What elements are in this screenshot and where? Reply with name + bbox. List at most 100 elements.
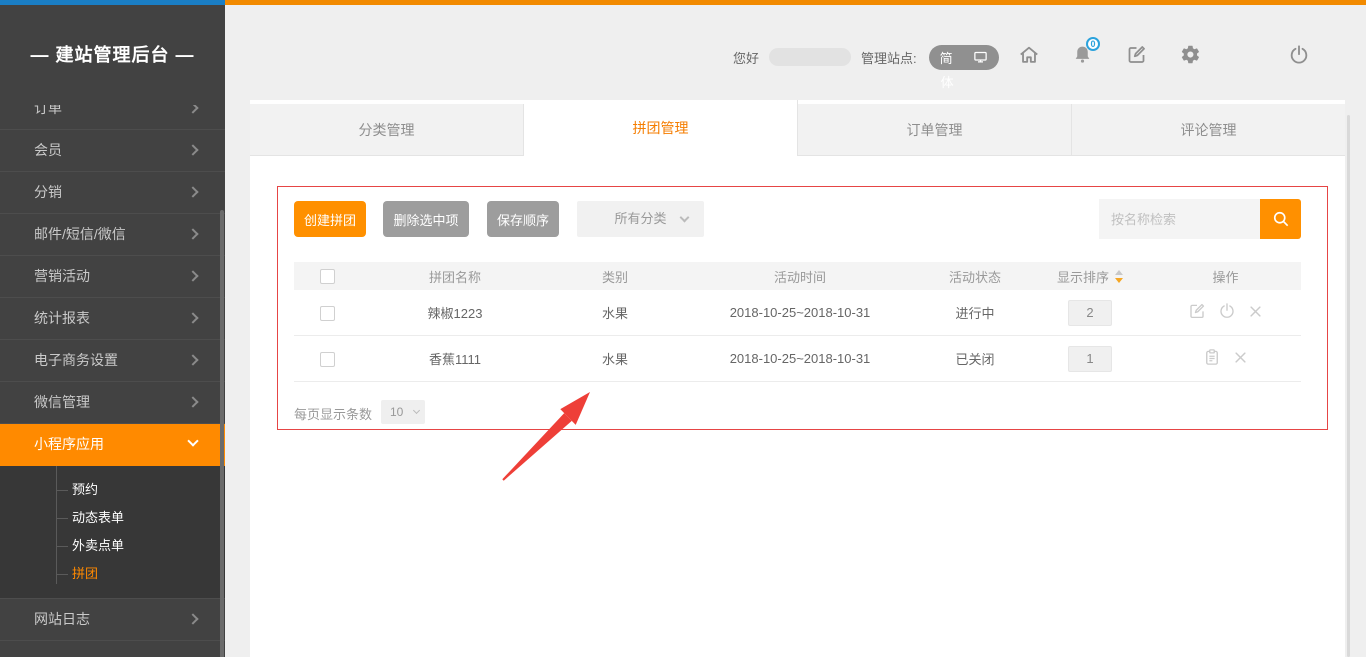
sidebar-item-orders-partial[interactable]: 订单 [0,105,225,130]
sidebar-item-label: 邮件/短信/微信 [34,226,126,242]
cell-name: 香蕉1111 [360,349,550,368]
chevron-down-icon [413,407,420,414]
search-button[interactable] [1260,199,1301,239]
category-filter-label: 所有分类 [614,211,666,226]
sidebar-subitem-label: 外卖点单 [72,538,124,553]
sidebar-submenu: 预约 动态表单 外卖点单 拼团 [0,466,225,599]
chevron-down-icon [187,435,198,446]
category-filter-dropdown[interactable]: 所有分类 [577,201,704,237]
chevron-right-icon [187,312,198,323]
chevron-right-icon [187,270,198,281]
sidebar-item-label: 网站日志 [34,611,90,627]
edit-icon[interactable] [1188,302,1206,320]
cell-category: 水果 [550,349,680,368]
language-char-overflow: 体 [941,72,954,91]
sidebar-item-members[interactable]: 会员 [0,130,225,172]
sort-order-field[interactable]: 1 [1068,346,1112,372]
header-status: 活动状态 [920,267,1030,286]
sidebar-item-label: 电子商务设置 [34,352,118,368]
header-actions: 操作 [1150,267,1301,286]
per-page-label: 每页显示条数 [294,404,372,423]
sort-toggle[interactable] [1115,270,1123,283]
create-groupbuy-button[interactable]: 创建拼团 [294,201,366,237]
header-name: 拼团名称 [360,267,550,286]
search-input[interactable] [1099,199,1260,239]
site-label: 管理站点: [861,48,917,67]
sidebar-item-label: 营销活动 [34,268,90,284]
cell-status: 进行中 [920,303,1030,322]
chevron-down-icon [680,213,690,223]
username-redacted [769,48,851,66]
sidebar-subitem-booking[interactable]: 预约 [0,476,225,504]
language-char: 简 [940,48,953,67]
notifications-bell-icon[interactable]: 0 [1071,43,1094,66]
page-scrollbar[interactable] [1347,115,1350,657]
tab-comment-management[interactable]: 评论管理 [1072,104,1345,156]
sidebar-item-miniprogram-apps[interactable]: 小程序应用 [0,424,225,466]
save-order-button[interactable]: 保存顺序 [487,201,559,237]
sidebar-subitem-label: 预约 [72,482,98,497]
sidebar-item-label: 小程序应用 [34,436,104,452]
admin-page: — 建站管理后台 — 订单 会员 分销 邮件/短信/微信 营销活动 [0,0,1366,657]
sidebar-subitem-dynamic-form[interactable]: 动态表单 [0,504,225,532]
header-time: 活动时间 [680,267,920,286]
chevron-right-icon [187,613,198,624]
sidebar-subitem-label: 动态表单 [72,510,124,525]
table-row: 香蕉1111 水果 2018-10-25~2018-10-31 已关闭 1 [294,336,1301,382]
cell-category: 水果 [550,303,680,322]
select-all-checkbox[interactable] [320,269,335,284]
greeting-text: 您好 [733,48,759,67]
sidebar-item-reports[interactable]: 统计报表 [0,298,225,340]
sort-desc-icon [1115,278,1123,283]
apps-grid-icon[interactable] [1233,43,1256,66]
sidebar-item-distribution[interactable]: 分销 [0,172,225,214]
per-page-select[interactable]: 10 [381,400,425,424]
cell-name: 辣椒1223 [360,303,550,322]
settings-gear-icon[interactable] [1179,43,1202,66]
clipboard-icon[interactable] [1203,348,1221,366]
chevron-right-icon [187,354,198,365]
sidebar-item-label: 分销 [34,184,62,200]
sidebar-subitem-takeout-order[interactable]: 外卖点单 [0,532,225,560]
sort-asc-icon [1115,270,1123,275]
table-header-row: 拼团名称 类别 活动时间 活动状态 显示排序 操作 [294,262,1301,290]
topbar-icons: 0 [1017,43,1310,66]
delete-close-icon[interactable] [1248,304,1263,319]
chevron-right-icon [187,105,198,113]
edit-icon[interactable] [1125,43,1148,66]
sidebar-scrollbar[interactable] [220,210,224,657]
tab-category-management[interactable]: 分类管理 [250,104,524,156]
delete-close-icon[interactable] [1233,350,1248,365]
sidebar-item-label: 会员 [34,142,62,158]
sidebar-subitem-group-buy[interactable]: 拼团 [0,560,225,588]
cell-status: 已关闭 [920,349,1030,368]
tab-groupbuy-management[interactable]: 拼团管理 [524,100,798,156]
header-category: 类别 [550,267,680,286]
monitor-icon [973,50,988,65]
sort-order-field[interactable]: 2 [1068,300,1112,326]
delete-selected-button[interactable]: 删除选中项 [383,201,469,237]
disable-power-icon[interactable] [1218,302,1236,320]
language-switch[interactable]: 简 体 [929,45,999,70]
notification-badge: 0 [1086,37,1100,51]
tab-order-management[interactable]: 订单管理 [798,104,1072,156]
sidebar-item-label: 订单 [34,105,62,116]
table-row: 辣椒1223 水果 2018-10-25~2018-10-31 进行中 2 [294,290,1301,336]
sidebar: — 建站管理后台 — 订单 会员 分销 邮件/短信/微信 营销活动 [0,5,225,657]
cell-time: 2018-10-25~2018-10-31 [680,305,920,320]
sidebar-item-label: 统计报表 [34,310,90,326]
sidebar-item-wechat-management[interactable]: 微信管理 [0,382,225,424]
sidebar-item-marketing[interactable]: 营销活动 [0,256,225,298]
sidebar-item-ecommerce-settings[interactable]: 电子商务设置 [0,340,225,382]
sidebar-item-mail-sms-wechat[interactable]: 邮件/短信/微信 [0,214,225,256]
sidebar-item-site-logs[interactable]: 网站日志 [0,599,225,641]
per-page-value: 10 [390,405,403,419]
groupbuy-table: 拼团名称 类别 活动时间 活动状态 显示排序 操作 辣椒1223 水果 2018… [294,262,1301,382]
power-logout-icon[interactable] [1287,43,1310,66]
chevron-right-icon [187,396,198,407]
header-sort: 显示排序 [1057,267,1109,286]
row-checkbox[interactable] [320,352,335,367]
row-checkbox[interactable] [320,306,335,321]
home-icon[interactable] [1017,43,1040,66]
chevron-right-icon [187,144,198,155]
